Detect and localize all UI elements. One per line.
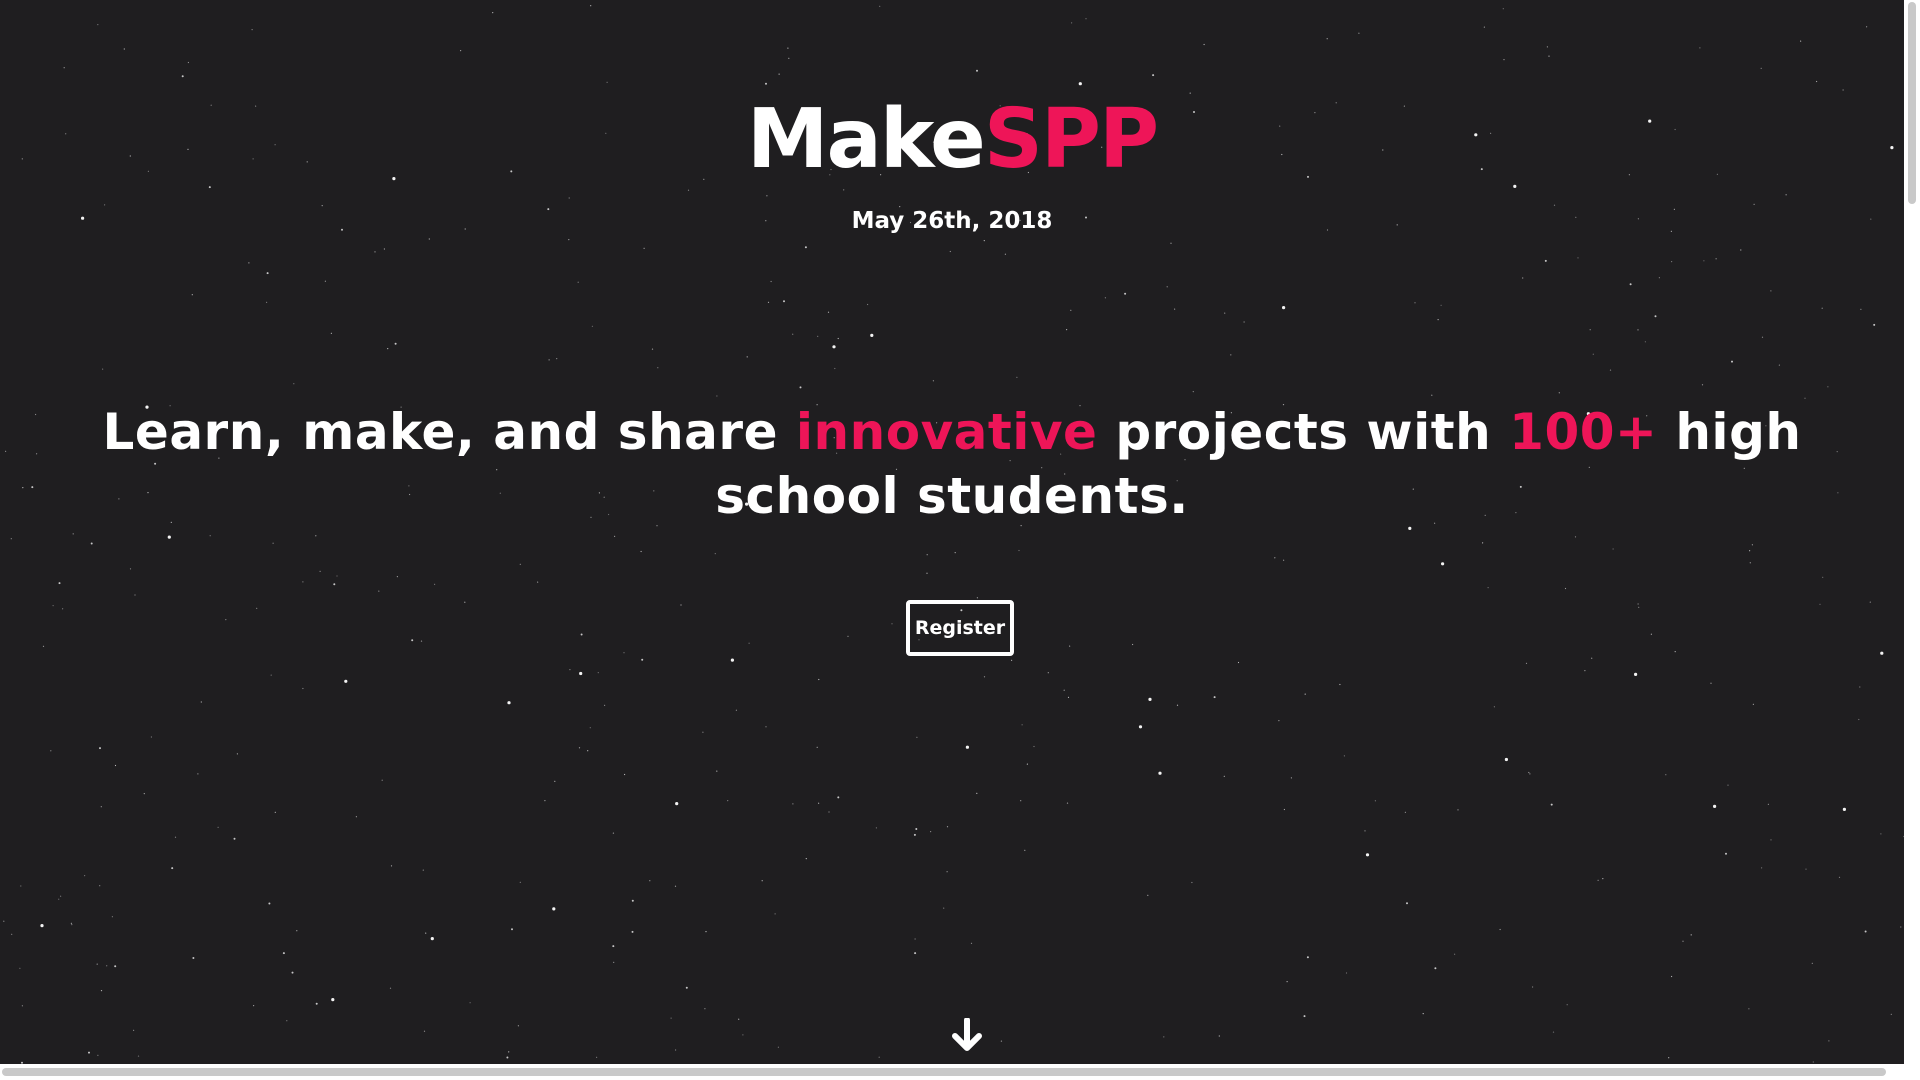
- vertical-scrollbar[interactable]: [1904, 0, 1920, 1064]
- tagline-text: projects with: [1097, 403, 1510, 461]
- arrow-down-icon[interactable]: [951, 1017, 983, 1052]
- brand-accent-text: SPP: [983, 92, 1159, 187]
- register-button[interactable]: Register: [906, 600, 1014, 656]
- hero-viewport: MakeSPP May 26th, 2018 Learn, make, and …: [0, 0, 1904, 1064]
- event-date: May 26th, 2018: [851, 208, 1053, 234]
- hero-tagline: Learn, make, and share innovative projec…: [70, 400, 1834, 528]
- vertical-scrollbar-thumb[interactable]: [1908, 2, 1916, 204]
- horizontal-scrollbar-thumb[interactable]: [2, 1068, 1886, 1076]
- scrollbar-corner: [1904, 1064, 1920, 1080]
- hero-section: MakeSPP May 26th, 2018 Learn, make, and …: [0, 0, 1904, 1064]
- site-logo: MakeSPP: [0, 92, 1904, 188]
- brand-main-text: Make: [746, 92, 986, 187]
- tagline-highlight-count: 100+: [1509, 403, 1658, 461]
- horizontal-scrollbar[interactable]: [0, 1064, 1904, 1080]
- tagline-text: Learn, make, and share: [102, 403, 796, 461]
- tagline-highlight-innovative: innovative: [795, 403, 1098, 461]
